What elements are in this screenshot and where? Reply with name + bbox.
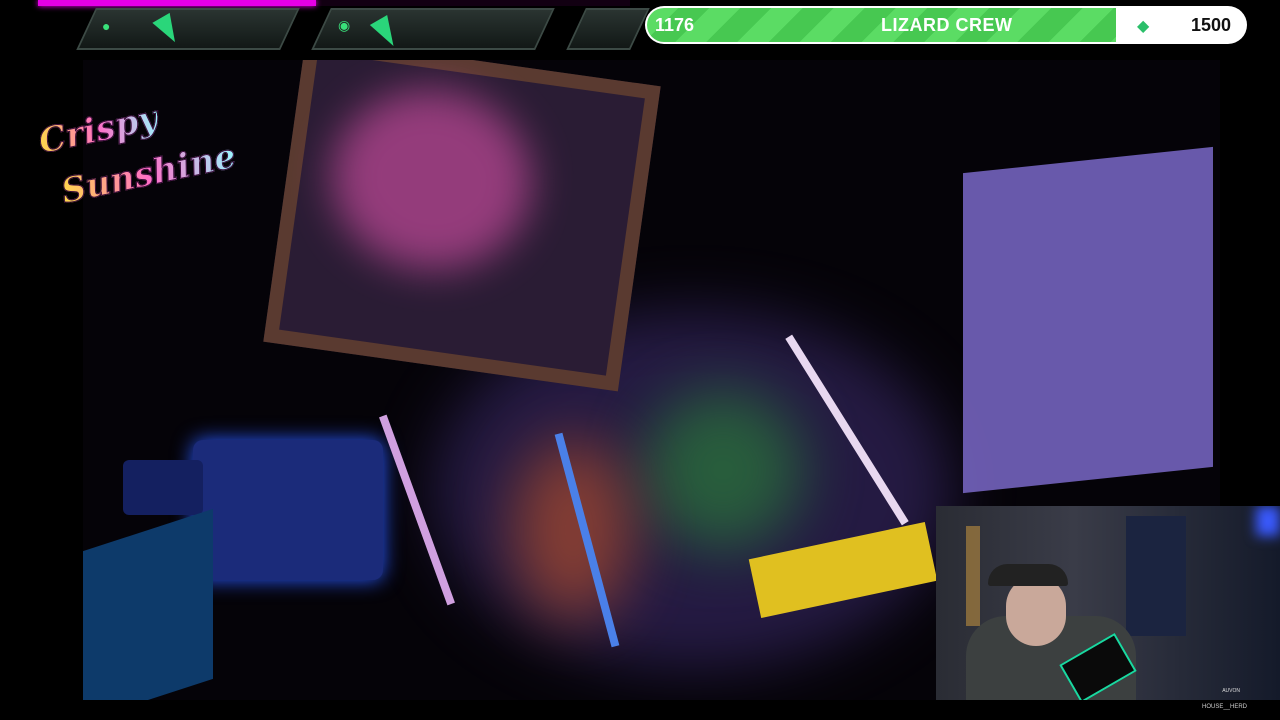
stream-progress-bar — [38, 0, 630, 6]
coloring-page — [263, 60, 661, 392]
webcam-feed: AUVON — [936, 506, 1280, 700]
stream-progress-fill — [38, 0, 317, 6]
goal-current: 1176 — [655, 15, 695, 35]
stream-deck-mini — [123, 460, 203, 515]
paper-sheet — [963, 146, 1213, 494]
stream-deck-device — [193, 440, 383, 580]
webcam-brand-label: AUVON — [1222, 688, 1240, 694]
hud-segment-connector — [566, 8, 650, 50]
goal-title: LIZARD CREW — [881, 15, 1013, 35]
coloring-art — [319, 76, 544, 283]
baseball-cap — [988, 564, 1068, 586]
frog-illustration — [643, 390, 803, 550]
streamer-face — [1006, 576, 1066, 646]
diamond-icon: ◆ — [1137, 18, 1150, 35]
room-light — [1256, 506, 1280, 536]
laptop-screen — [83, 508, 213, 700]
coin-icon: ◉ — [338, 17, 351, 33]
follower-goal-bar: 1176 LIZARD CREW ◆ 1500 — [645, 6, 1247, 44]
room-window — [1126, 516, 1186, 636]
user-icon: ● — [102, 18, 111, 34]
door-frame — [966, 526, 980, 626]
logo-line-1: Crispy — [35, 97, 162, 163]
mushroom-illustration — [513, 440, 633, 620]
streamer-handle: HOUSE__HERD — [1202, 704, 1248, 710]
channel-logo: Crispy Sunshine — [30, 96, 240, 226]
goal-target: 1500 — [1190, 15, 1231, 35]
